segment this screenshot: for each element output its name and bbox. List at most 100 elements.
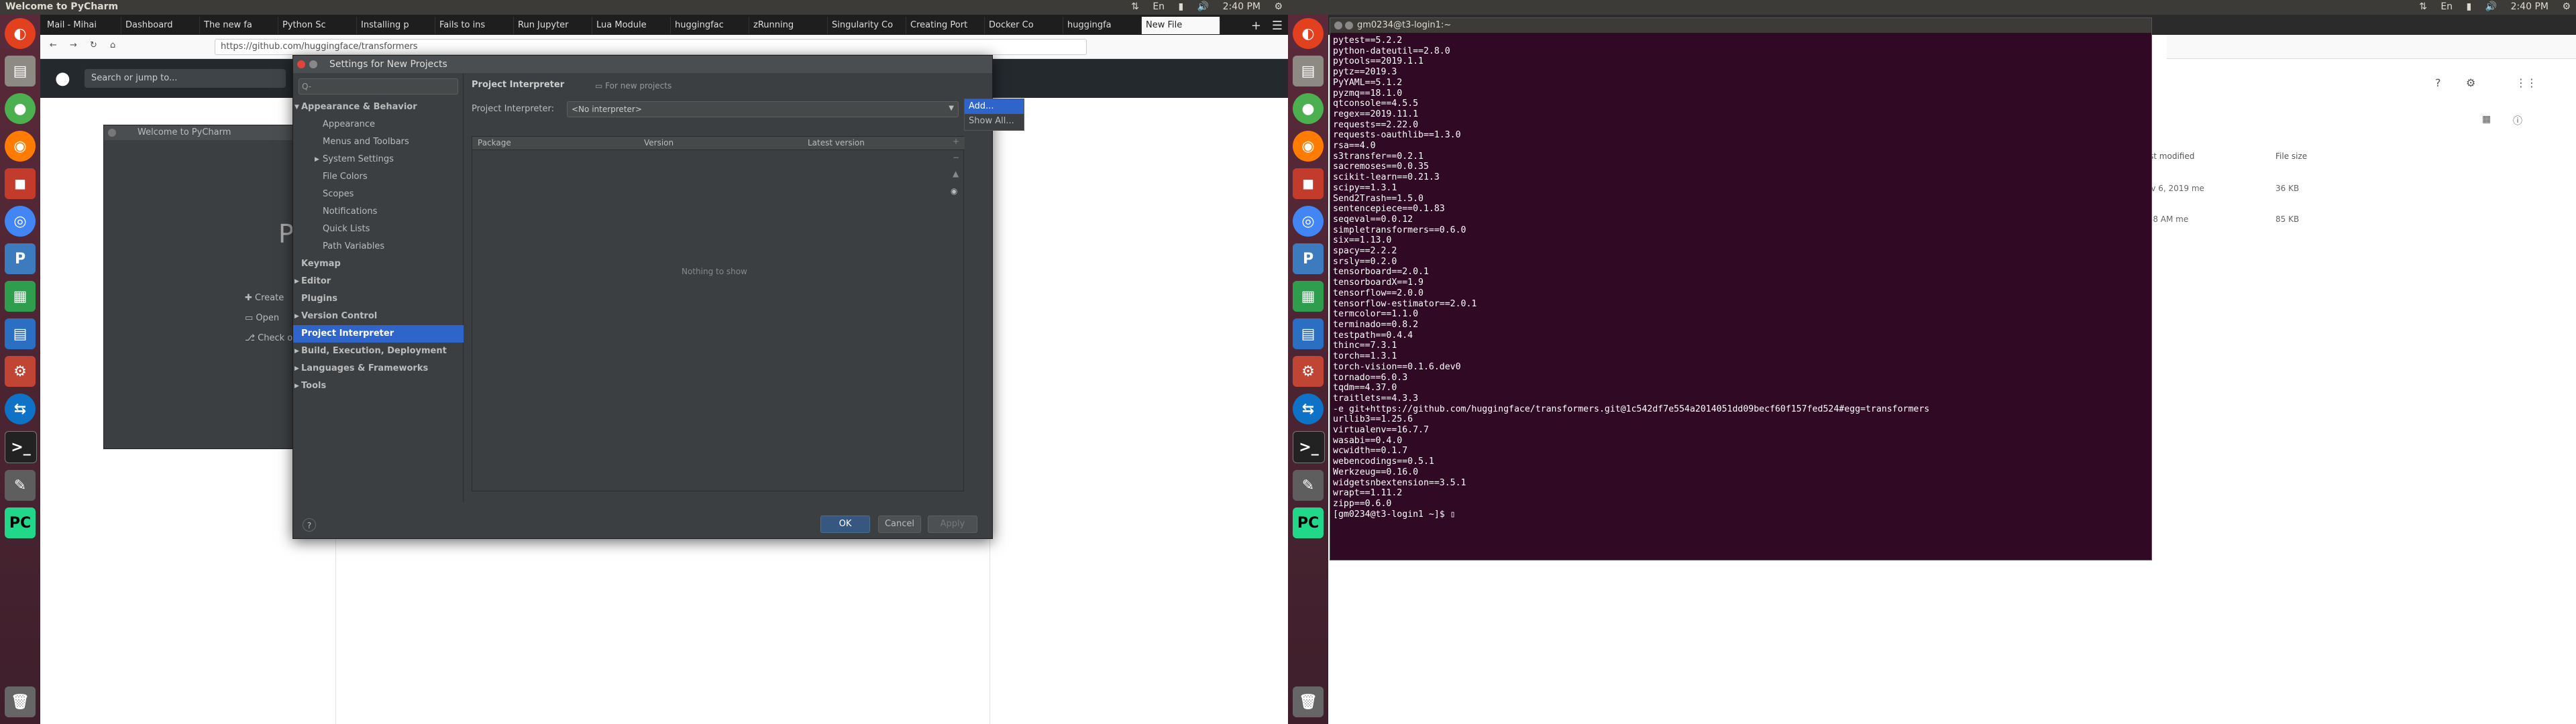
reload-icon[interactable]: ↻	[90, 40, 97, 50]
browser-tab[interactable]: Installing p	[357, 17, 435, 34]
browser-tab[interactable]: huggingfac	[671, 17, 749, 34]
tree-item[interactable]: Menus and Toolbars	[293, 133, 464, 151]
browser-tab[interactable]: Run Jupyter	[514, 17, 592, 34]
chrome-icon[interactable]: ◎	[5, 206, 36, 237]
browser-tab[interactable]: The new fa	[200, 17, 278, 34]
tree-item[interactable]: ▼ Appearance & Behavior	[293, 99, 464, 116]
menu-icon[interactable]: ☰	[1272, 19, 1283, 33]
github-logo-icon[interactable]: ●	[55, 68, 70, 88]
help-icon[interactable]: ?	[2435, 76, 2441, 89]
browser-tab[interactable]: Mail - Mihai	[43, 17, 121, 34]
text-editor-icon[interactable]: ✎	[1293, 470, 1324, 501]
close-icon[interactable]	[1334, 21, 1342, 29]
app-red-icon[interactable]: ◼	[1293, 168, 1324, 199]
tree-arrow-icon[interactable]: ▶	[294, 360, 299, 377]
pycharm-icon[interactable]: PC	[1293, 507, 1324, 538]
browser-tab[interactable]: Docker Co	[985, 17, 1063, 34]
settings-icon[interactable]: ⚙	[1293, 356, 1324, 387]
ok-button[interactable]: OK	[820, 516, 870, 533]
column-latest-version[interactable]: Latest version	[808, 138, 865, 147]
app-red-icon[interactable]: ◼	[5, 168, 36, 199]
eye-icon[interactable]: ◉	[951, 186, 957, 196]
new-tab-button[interactable]: +	[1251, 19, 1261, 33]
settings-search-input[interactable]: Q-	[299, 78, 458, 95]
settings-icon[interactable]: ⚙	[5, 356, 36, 387]
tree-item[interactable]: Project Interpreter	[293, 325, 464, 343]
help-icon[interactable]: ?	[303, 518, 316, 532]
tree-item[interactable]: Keymap	[293, 255, 464, 273]
battery-icon[interactable]: ▮	[1179, 1, 1184, 12]
network-icon[interactable]: ⇅	[2419, 1, 2427, 12]
clock[interactable]: 2:40 PM	[2511, 1, 2548, 12]
keyboard-icon[interactable]: En	[1152, 1, 1165, 12]
browser-tab[interactable]: Python Sc	[278, 17, 357, 34]
back-icon[interactable]: ←	[50, 40, 57, 50]
terminal-output[interactable]: pytest==5.2.2 python-dateutil==2.8.0 pytoo…	[1330, 33, 2151, 522]
app-icon[interactable]: ●	[5, 93, 36, 124]
menu-item-show-all[interactable]: Show All...	[965, 114, 1024, 129]
tree-item[interactable]: Scopes	[293, 186, 464, 203]
files-icon[interactable]: ▤	[1293, 56, 1324, 86]
network-icon[interactable]: ⇅	[1131, 1, 1139, 12]
tree-item[interactable]: ▶ System Settings	[293, 151, 464, 168]
browser-tab[interactable]: huggingfa	[1063, 17, 1142, 34]
trash-icon[interactable]: 🗑	[1293, 686, 1324, 717]
teamviewer-icon[interactable]: ⇆	[1293, 394, 1324, 424]
terminal-icon[interactable]: >_	[1293, 431, 1325, 463]
firefox-icon[interactable]: ◉	[1293, 131, 1324, 162]
apply-button[interactable]: Apply	[928, 516, 977, 533]
column-file-size[interactable]: File size	[2275, 152, 2307, 161]
browser-tab[interactable]: Singularity Co	[828, 17, 906, 34]
writer-icon[interactable]: ▤	[5, 318, 36, 349]
column-package[interactable]: Package	[478, 138, 511, 147]
browser-tab[interactable]: zRunning	[749, 17, 828, 34]
tree-arrow-icon[interactable]: ▶	[315, 151, 319, 168]
tree-arrow-icon[interactable]: ▶	[294, 377, 299, 395]
tree-item[interactable]: ▶ Editor	[293, 273, 464, 290]
browser-tab[interactable]: Lua Module	[592, 17, 671, 34]
tree-item[interactable]: ▶ Version Control	[293, 308, 464, 325]
close-icon[interactable]	[297, 60, 305, 68]
gear-icon[interactable]: ⚙	[2466, 76, 2475, 89]
interpreter-select[interactable]: <No interpreter> ▼	[567, 101, 959, 117]
apps-icon[interactable]: ⋮⋮	[2516, 76, 2537, 89]
gear-icon[interactable]: ⚙	[2562, 1, 2571, 12]
tree-arrow-icon[interactable]: ▼	[294, 99, 299, 116]
volume-icon[interactable]: 🔊	[1197, 1, 1209, 12]
ubuntu-dash-icon[interactable]: ◐	[5, 18, 36, 49]
tree-item[interactable]: File Colors	[293, 168, 464, 186]
add-package-icon[interactable]: +	[953, 137, 959, 146]
tree-item[interactable]: ▶ Tools	[293, 377, 464, 395]
terminal-icon[interactable]: >_	[5, 431, 37, 463]
home-icon[interactable]: ⌂	[110, 40, 115, 50]
battery-icon[interactable]: ▮	[2467, 1, 2472, 12]
menu-item-add[interactable]: Add...	[965, 99, 1024, 114]
browser-tab[interactable]: Dashboard	[121, 17, 200, 34]
volume-icon[interactable]: 🔊	[2485, 1, 2497, 12]
welcome-open[interactable]: ▭ Open	[245, 313, 279, 323]
browser-tab[interactable]: Creating Port	[906, 17, 985, 34]
tree-item[interactable]: Plugins	[293, 290, 464, 308]
github-search-input[interactable]: Search or jump to...	[85, 69, 286, 88]
close-icon[interactable]	[108, 129, 116, 137]
clock[interactable]: 2:40 PM	[1223, 1, 1260, 12]
tree-item[interactable]: Notifications	[293, 203, 464, 221]
text-editor-icon[interactable]: ✎	[5, 470, 36, 501]
gear-icon[interactable]: ⚙	[1274, 1, 1283, 12]
upgrade-package-icon[interactable]: ▲	[953, 169, 959, 178]
files-icon[interactable]: ▤	[5, 56, 36, 86]
minimize-icon[interactable]	[309, 60, 317, 68]
grid-view-icon[interactable]: ▦	[2482, 114, 2491, 125]
tree-item[interactable]: Path Variables	[293, 238, 464, 255]
tree-arrow-icon[interactable]: ▶	[294, 343, 299, 360]
remove-package-icon[interactable]: −	[953, 153, 959, 162]
info-icon[interactable]: ⓘ	[2513, 114, 2522, 127]
trash-icon[interactable]: 🗑	[5, 686, 36, 717]
minimize-icon[interactable]	[1345, 21, 1353, 29]
firefox-icon[interactable]: ◉	[5, 131, 36, 162]
forward-icon[interactable]: →	[70, 40, 77, 50]
browser-tab[interactable]: Fails to ins	[435, 17, 514, 34]
calc-icon[interactable]: ▦	[5, 281, 36, 312]
chrome-icon[interactable]: ◎	[1293, 206, 1324, 237]
tree-item[interactable]: ▶ Build, Execution, Deployment	[293, 343, 464, 360]
